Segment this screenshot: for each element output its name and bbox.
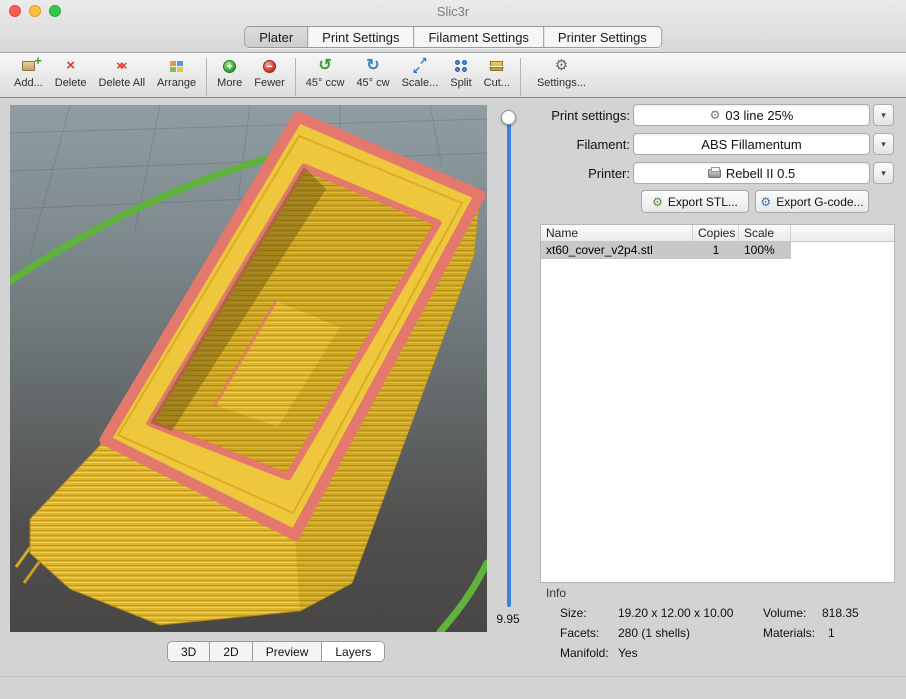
rotate-ccw-icon: ↺ [318, 57, 331, 75]
print-settings-dropdown-button[interactable]: ▾ [873, 104, 894, 126]
titlebar: Slic3r Plater Print Settings Filament Se… [0, 0, 906, 52]
rotate-ccw-button[interactable]: ↺ 45° ccw [300, 57, 351, 89]
window-bottom-divider [0, 676, 906, 677]
objects-table: Name Copies Scale xt60_cover_v2p4.stl 1 … [540, 224, 895, 583]
print-settings-value: 03 line 25% [725, 108, 793, 123]
toolbar-separator [206, 58, 207, 96]
filament-combo[interactable]: ABS Fillamentum [633, 133, 870, 155]
materials-label: Materials: [763, 626, 815, 640]
viewport-3d-canvas[interactable] [10, 105, 487, 632]
column-header-filler [791, 225, 894, 241]
materials-value: 1 [828, 626, 835, 640]
printer-icon [708, 169, 721, 178]
scale-icon: ↗↙ [412, 59, 427, 74]
toolbar: + Add... × Delete ×× Delete All Arrange … [0, 52, 906, 98]
export-gcode-button[interactable]: ⚙ Export G-code... [755, 190, 869, 213]
printer-label: Printer: [520, 166, 630, 181]
split-button[interactable]: Split [444, 57, 477, 89]
facets-value: 280 (1 shells) [618, 626, 690, 640]
delete-button[interactable]: × Delete [49, 57, 93, 89]
print-settings-label: Print settings: [520, 108, 630, 123]
gear-icon: ⚙ [710, 109, 721, 121]
view-tab-2d[interactable]: 2D [209, 642, 251, 661]
delete-icon: × [66, 57, 75, 75]
layer-slider-value: 9.95 [487, 612, 529, 626]
more-icon: + [223, 60, 236, 73]
tab-print-settings[interactable]: Print Settings [307, 27, 413, 47]
more-button[interactable]: + More [211, 57, 248, 89]
view-tab-bar: 3D 2D Preview Layers [167, 641, 385, 662]
filament-label: Filament: [520, 137, 630, 152]
column-header-scale[interactable]: Scale [739, 225, 791, 241]
layer-slider-track[interactable] [507, 117, 511, 607]
settings-button[interactable]: ⚙ Settings... [531, 57, 592, 89]
add-icon: + [22, 61, 35, 71]
object-scale-cell: 100% [739, 242, 791, 259]
printer-dropdown-button[interactable]: ▾ [873, 162, 894, 184]
arrange-icon [170, 61, 183, 72]
cut-icon [490, 61, 503, 71]
delete-all-button[interactable]: ×× Delete All [93, 57, 151, 89]
volume-value: 818.35 [822, 606, 859, 620]
fewer-icon: − [263, 60, 276, 73]
fewer-button[interactable]: − Fewer [248, 57, 291, 89]
view-tab-layers[interactable]: Layers [321, 642, 384, 661]
window-title: Slic3r [0, 4, 906, 19]
delete-all-icon: ×× [116, 57, 127, 75]
info-panel: Info Size: 19.20 x 12.00 x 10.00 Volume:… [540, 583, 895, 673]
object-copies-cell: 1 [693, 242, 739, 259]
table-row[interactable]: xt60_cover_v2p4.stl 1 100% [541, 242, 894, 259]
split-icon [455, 60, 467, 72]
main-tab-bar: Plater Print Settings Filament Settings … [244, 26, 662, 48]
tab-printer-settings[interactable]: Printer Settings [543, 27, 661, 47]
export-gcode-icon: ⚙ [760, 196, 771, 208]
filament-dropdown-button[interactable]: ▾ [873, 133, 894, 155]
objects-table-header: Name Copies Scale [541, 225, 894, 242]
printer-value: Rebell II 0.5 [726, 166, 795, 181]
manifold-value: Yes [618, 646, 638, 660]
toolbar-separator [295, 58, 296, 96]
tab-filament-settings[interactable]: Filament Settings [413, 27, 542, 47]
toolbar-separator [520, 58, 521, 96]
object-name-cell: xt60_cover_v2p4.stl [541, 242, 693, 259]
facets-label: Facets: [560, 626, 599, 640]
rotate-cw-button[interactable]: ↻ 45° cw [350, 57, 395, 89]
export-stl-icon: ⚙ [652, 196, 663, 208]
size-value: 19.20 x 12.00 x 10.00 [618, 606, 733, 620]
print-settings-combo[interactable]: ⚙ 03 line 25% [633, 104, 870, 126]
tab-plater[interactable]: Plater [245, 27, 307, 47]
column-header-name[interactable]: Name [541, 225, 693, 241]
layer-slider-thumb[interactable] [501, 110, 516, 125]
scale-button[interactable]: ↗↙ Scale... [396, 57, 445, 89]
arrange-button[interactable]: Arrange [151, 57, 202, 89]
info-title: Info [546, 586, 566, 600]
cut-button[interactable]: Cut... [478, 57, 516, 89]
layers-preview-render [10, 105, 487, 632]
view-tab-preview[interactable]: Preview [252, 642, 322, 661]
view-tab-3d[interactable]: 3D [168, 642, 209, 661]
printer-combo[interactable]: Rebell II 0.5 [633, 162, 870, 184]
manifold-label: Manifold: [560, 646, 609, 660]
export-stl-button[interactable]: ⚙ Export STL... [641, 190, 749, 213]
rotate-cw-icon: ↻ [366, 57, 379, 75]
volume-label: Volume: [763, 606, 806, 620]
add-button[interactable]: + Add... [8, 57, 49, 89]
column-header-copies[interactable]: Copies [693, 225, 739, 241]
gear-icon: ⚙ [555, 57, 568, 75]
size-label: Size: [560, 606, 587, 620]
filament-value: ABS Fillamentum [701, 137, 801, 152]
